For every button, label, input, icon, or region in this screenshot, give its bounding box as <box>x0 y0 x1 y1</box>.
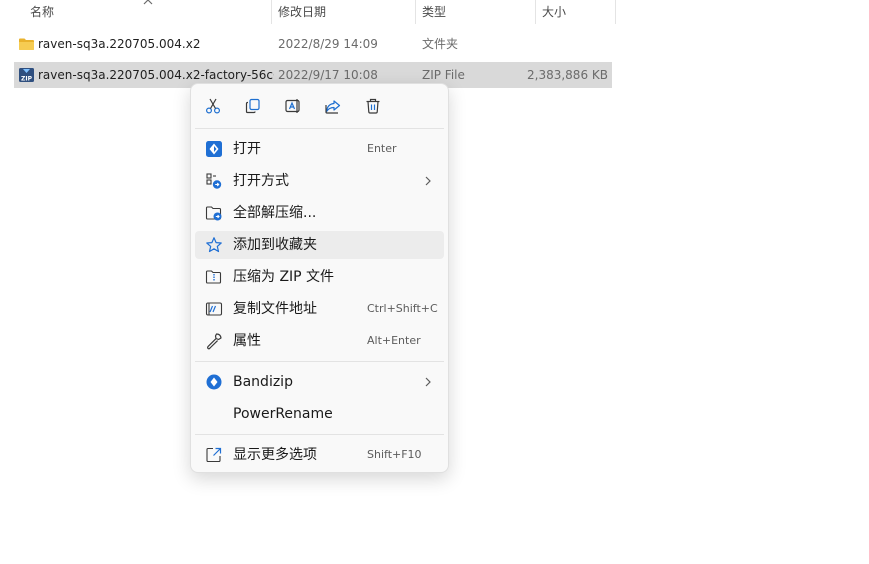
share-button[interactable] <box>319 94 347 118</box>
file-row-folder[interactable]: raven-sq3a.220705.004.x2 2022/8/29 14:09… <box>14 31 612 57</box>
chevron-right-icon <box>425 176 431 186</box>
delete-icon <box>366 98 380 114</box>
column-divider[interactable] <box>271 0 272 24</box>
menu-item-properties[interactable]: 属性 Alt+Enter <box>195 327 444 355</box>
star-icon <box>206 237 222 253</box>
menu-item-open-with[interactable]: 打开方式 <box>195 167 444 195</box>
folder-icon <box>19 38 34 50</box>
menu-item-shortcut: Ctrl+Shift+C <box>367 302 438 315</box>
column-divider[interactable] <box>615 0 616 24</box>
menu-item-extract-all[interactable]: 全部解压缩... <box>195 199 444 227</box>
menu-item-compress-zip[interactable]: 压缩为 ZIP 文件 <box>195 263 444 291</box>
copy-icon <box>245 98 260 114</box>
copy-button[interactable] <box>239 94 267 118</box>
zip-file-icon: ZIP <box>19 68 34 83</box>
svg-text:ZIP: ZIP <box>21 76 33 83</box>
open-with-icon <box>206 173 222 189</box>
rename-icon <box>285 99 300 113</box>
context-menu: 打开 Enter 打开方式 全部解压缩... 添加到收藏夹 压缩为 ZIP 文件… <box>190 83 449 473</box>
menu-item-label: 复制文件地址 <box>233 301 317 317</box>
menu-item-powerrename[interactable]: PowerRename <box>195 400 444 428</box>
menu-separator <box>195 434 444 435</box>
menu-item-copy-path[interactable]: 复制文件地址 Ctrl+Shift+C <box>195 295 444 323</box>
share-icon <box>325 100 341 114</box>
context-menu-toolbar <box>191 84 448 128</box>
file-name: raven-sq3a.220705.004.x2 <box>38 37 201 51</box>
column-header-name[interactable]: 名称 <box>30 0 270 26</box>
copy-path-icon <box>205 302 223 316</box>
menu-item-open[interactable]: 打开 Enter <box>195 135 444 163</box>
menu-item-label: 属性 <box>233 333 261 349</box>
menu-item-label: 打开方式 <box>233 173 289 189</box>
column-header-date[interactable]: 修改日期 <box>278 0 414 26</box>
menu-item-shortcut: Alt+Enter <box>367 334 421 347</box>
wrench-icon <box>207 333 222 350</box>
file-date: 2022/8/29 14:09 <box>278 37 378 51</box>
menu-item-bandizip[interactable]: Bandizip <box>195 368 444 396</box>
menu-item-label: PowerRename <box>233 406 333 422</box>
more-options-icon <box>206 447 222 463</box>
column-header-type[interactable]: 类型 <box>422 0 534 26</box>
menu-item-shortcut: Enter <box>367 142 397 155</box>
menu-item-shortcut: Shift+F10 <box>367 448 422 461</box>
file-list-header: 名称 修改日期 类型 大小 <box>0 0 616 26</box>
column-divider[interactable] <box>415 0 416 24</box>
menu-item-label: Bandizip <box>233 374 293 390</box>
file-size: 2,383,886 KB <box>527 68 608 82</box>
compress-zip-icon <box>205 270 222 284</box>
bandizip-icon <box>206 374 222 390</box>
menu-item-label: 打开 <box>233 141 261 157</box>
menu-item-label: 压缩为 ZIP 文件 <box>233 269 335 285</box>
file-size <box>514 31 608 57</box>
menu-item-label: 全部解压缩... <box>233 205 317 221</box>
open-icon <box>206 141 222 157</box>
delete-button[interactable] <box>359 94 387 118</box>
menu-item-show-more-options[interactable]: 显示更多选项 Shift+F10 <box>195 441 444 469</box>
column-divider[interactable] <box>535 0 536 24</box>
menu-item-add-to-favorites[interactable]: 添加到收藏夹 <box>195 231 444 259</box>
cut-button[interactable] <box>199 94 227 118</box>
menu-separator <box>195 361 444 362</box>
menu-separator <box>195 128 444 129</box>
menu-item-label: 添加到收藏夹 <box>233 237 317 253</box>
menu-item-label: 显示更多选项 <box>233 447 317 463</box>
column-header-size[interactable]: 大小 <box>542 0 614 26</box>
chevron-right-icon <box>425 377 431 387</box>
cut-icon <box>205 98 221 114</box>
extract-all-icon <box>205 206 222 221</box>
rename-button[interactable] <box>279 94 307 118</box>
